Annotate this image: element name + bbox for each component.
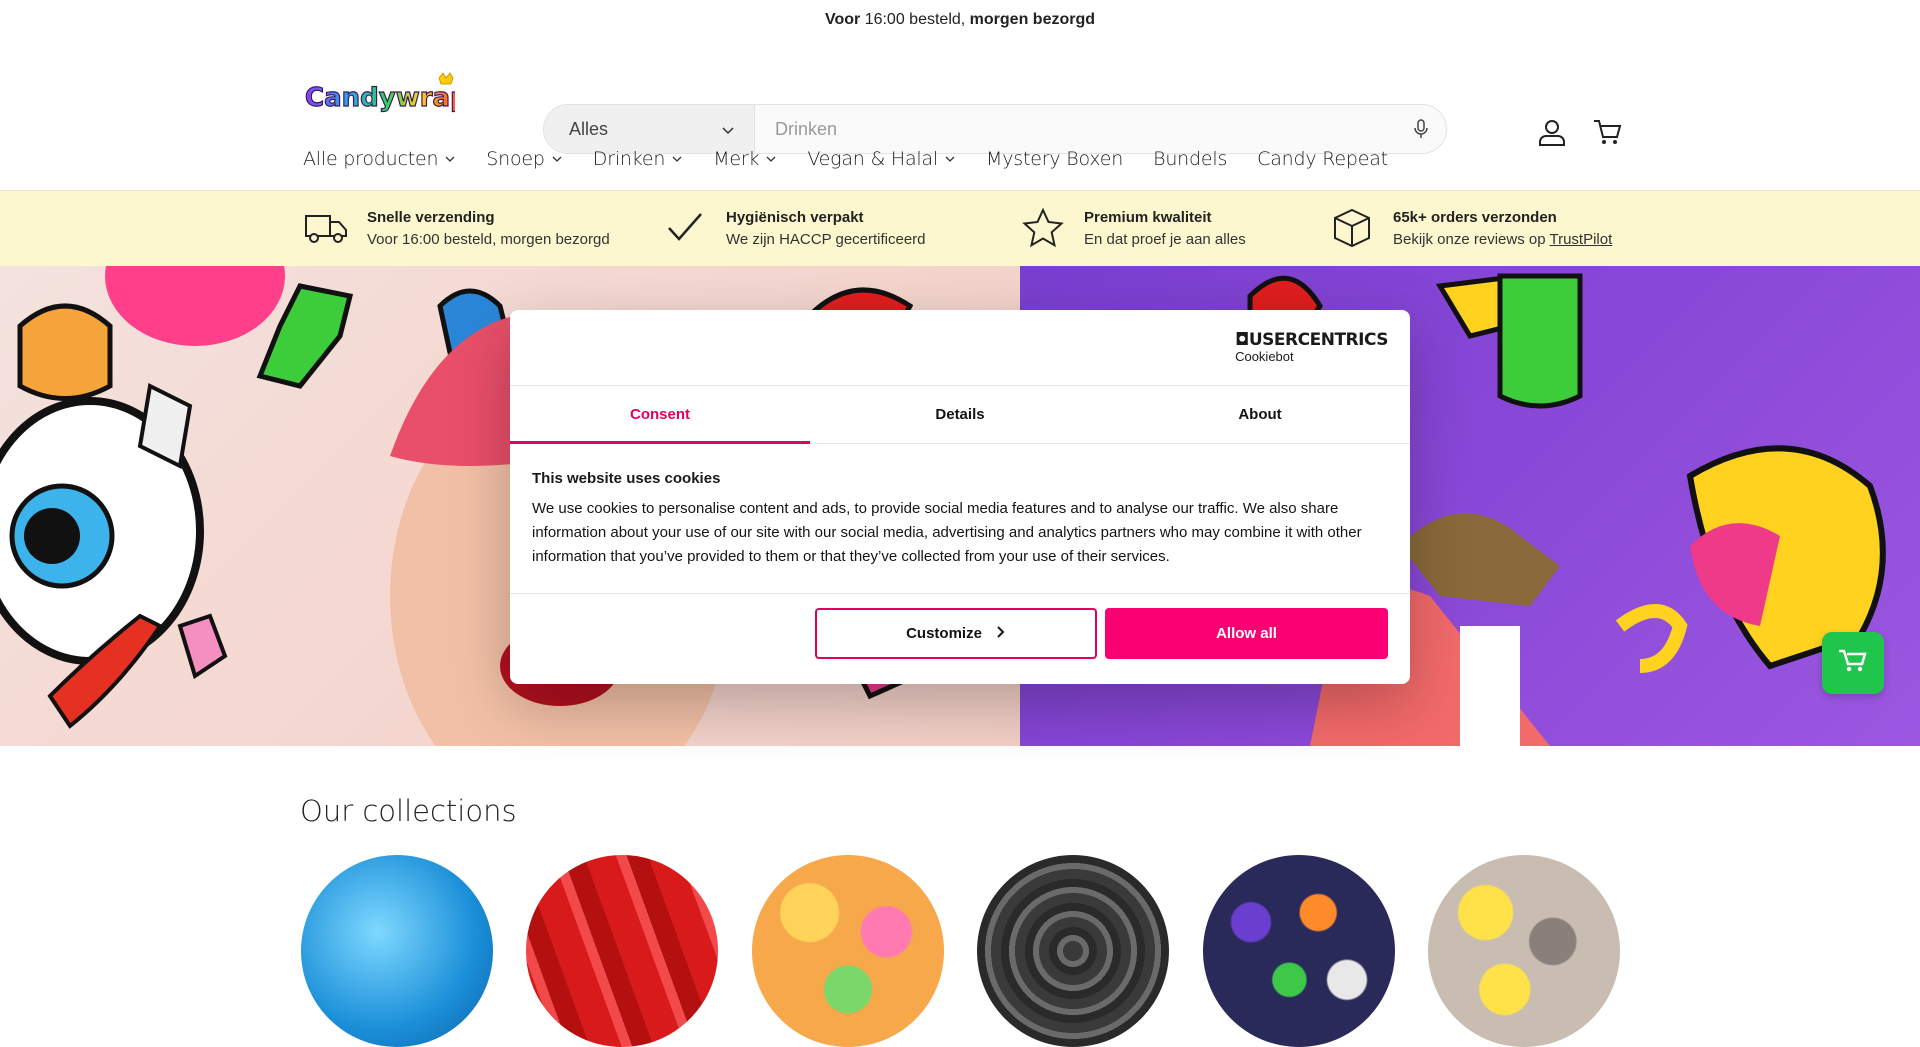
search-category-value: Alles	[569, 118, 609, 139]
search-bar: Alles Drinken	[543, 104, 1447, 154]
usp-title: Premium kwaliteit	[1084, 209, 1212, 226]
announcement-suffix: morgen bezorgd	[969, 11, 1096, 28]
nav-item-bundels[interactable]: Bundels	[1153, 148, 1227, 170]
checkmark-icon	[662, 205, 708, 251]
nav-label: Bundels	[1153, 148, 1228, 170]
candywrap-logo[interactable]: Candywrap	[303, 72, 469, 116]
collection-candy-balls[interactable]	[1203, 855, 1395, 1047]
star-icon	[1020, 205, 1066, 251]
usp-text: Bekijk onze reviews op TrustPilot	[1393, 231, 1612, 248]
search-placeholder: Drinken	[775, 118, 838, 139]
chevron-down-icon	[671, 148, 683, 170]
tab-about[interactable]: About	[1110, 386, 1410, 443]
collection-red-licorice[interactable]	[526, 855, 718, 1047]
nav-label: Merk	[713, 148, 760, 170]
usp-title: Snelle verzending	[367, 209, 495, 226]
usp-bar: Snelle verzending Voor 16:00 besteld, mor…	[0, 190, 1920, 266]
collections-title: Our collections	[300, 794, 517, 828]
cart-icon	[1838, 648, 1868, 679]
collection-black-licorice[interactable]	[977, 855, 1169, 1047]
nav-item-alle-producten[interactable]: Alle producten	[303, 148, 456, 170]
brand-line2: Cookiebot	[1235, 349, 1294, 364]
tab-details[interactable]: Details	[810, 386, 1110, 443]
announcement-time: 16:00 besteld,	[864, 11, 966, 28]
dialog-body: This website uses cookies We use cookies…	[510, 444, 1410, 594]
chevron-down-icon	[720, 122, 736, 143]
tab-consent[interactable]: Consent	[510, 386, 810, 444]
nav-label: Mystery Boxen	[986, 148, 1124, 170]
dialog-buttons: Customize Allow all	[815, 608, 1388, 659]
chevron-down-icon	[944, 148, 956, 170]
search-input[interactable]: Drinken	[755, 105, 1396, 153]
main-nav: Alle producten Snoep Drinken Merk Vegan …	[303, 148, 1418, 170]
brand-line1: USERCENTRICS	[1248, 330, 1389, 350]
site-header: Candywrap Alles Drinken	[0, 40, 1920, 154]
svg-text:Candywrap: Candywrap	[305, 83, 455, 113]
usp-title: Hygiënisch verpakt	[726, 209, 864, 226]
nav-item-mystery-boxen[interactable]: Mystery Boxen	[986, 148, 1123, 170]
dialog-tabs: Consent Details About	[510, 386, 1410, 444]
account-icon[interactable]	[1536, 116, 1568, 148]
trustpilot-link[interactable]: TrustPilot	[1549, 231, 1612, 248]
cookie-consent-dialog: ◘USERCENTRICS Cookiebot Consent Details …	[510, 310, 1410, 684]
nav-item-vegan-halal[interactable]: Vegan & Halal	[807, 148, 956, 170]
collection-blue-sharks[interactable]	[301, 855, 493, 1047]
usp-text: En dat proef je aan alles	[1084, 231, 1246, 248]
usp-item: 65k+ orders verzonden Bekijk onze reviews…	[1329, 205, 1612, 251]
search-category-select[interactable]: Alles	[544, 105, 755, 153]
chevron-down-icon	[765, 148, 777, 170]
usp-item: Premium kwaliteit En dat proef je aan all…	[1020, 205, 1246, 251]
nav-label: Alle producten	[303, 148, 439, 170]
nav-item-candy-repeat[interactable]: Candy Repeat	[1257, 148, 1388, 170]
nav-label: Candy Repeat	[1257, 148, 1388, 170]
announcement-bar: Voor 16:00 besteld, morgen bezorgd	[0, 0, 1920, 40]
customize-label: Customize	[906, 625, 982, 642]
customize-button[interactable]: Customize	[815, 608, 1097, 659]
usp-text-label: Bekijk onze reviews op	[1393, 231, 1546, 248]
truck-icon	[303, 205, 349, 251]
floating-cart-button[interactable]	[1822, 632, 1884, 694]
nav-label: Drinken	[592, 148, 666, 170]
dialog-title: This website uses cookies	[532, 470, 721, 487]
usercentrics-logo: ◘USERCENTRICS Cookiebot	[1235, 330, 1388, 364]
chevron-right-icon	[996, 625, 1006, 642]
shield-icon: ◘	[1235, 330, 1249, 350]
dialog-text: We use cookies to personalise content an…	[532, 500, 1362, 565]
nav-label: Snoep	[486, 148, 545, 170]
nav-item-snoep[interactable]: Snoep	[486, 148, 562, 170]
collection-sour-worms[interactable]	[752, 855, 944, 1047]
chevron-down-icon	[551, 148, 563, 170]
nav-item-drinken[interactable]: Drinken	[593, 148, 683, 170]
announcement-prefix: Voor	[824, 11, 861, 28]
usp-text: We zijn HACCP gecertificeerd	[726, 231, 926, 248]
usp-text: Voor 16:00 besteld, morgen bezorgd	[367, 231, 610, 248]
chevron-down-icon	[444, 148, 456, 170]
usp-item: Snelle verzending Voor 16:00 besteld, mor…	[303, 205, 610, 251]
microphone-icon[interactable]	[1396, 105, 1446, 153]
nav-label: Vegan & Halal	[807, 148, 939, 170]
nav-item-merk[interactable]: Merk	[713, 148, 777, 170]
cart-icon[interactable]	[1591, 116, 1623, 148]
collection-yellow-chocolates[interactable]	[1428, 855, 1620, 1047]
box-icon	[1329, 205, 1375, 251]
usp-title: 65k+ orders verzonden	[1393, 209, 1557, 226]
dialog-header: ◘USERCENTRICS Cookiebot	[510, 310, 1410, 386]
usp-item: Hygiënisch verpakt We zijn HACCP gecertif…	[662, 205, 926, 251]
allow-all-button[interactable]: Allow all	[1105, 608, 1388, 659]
